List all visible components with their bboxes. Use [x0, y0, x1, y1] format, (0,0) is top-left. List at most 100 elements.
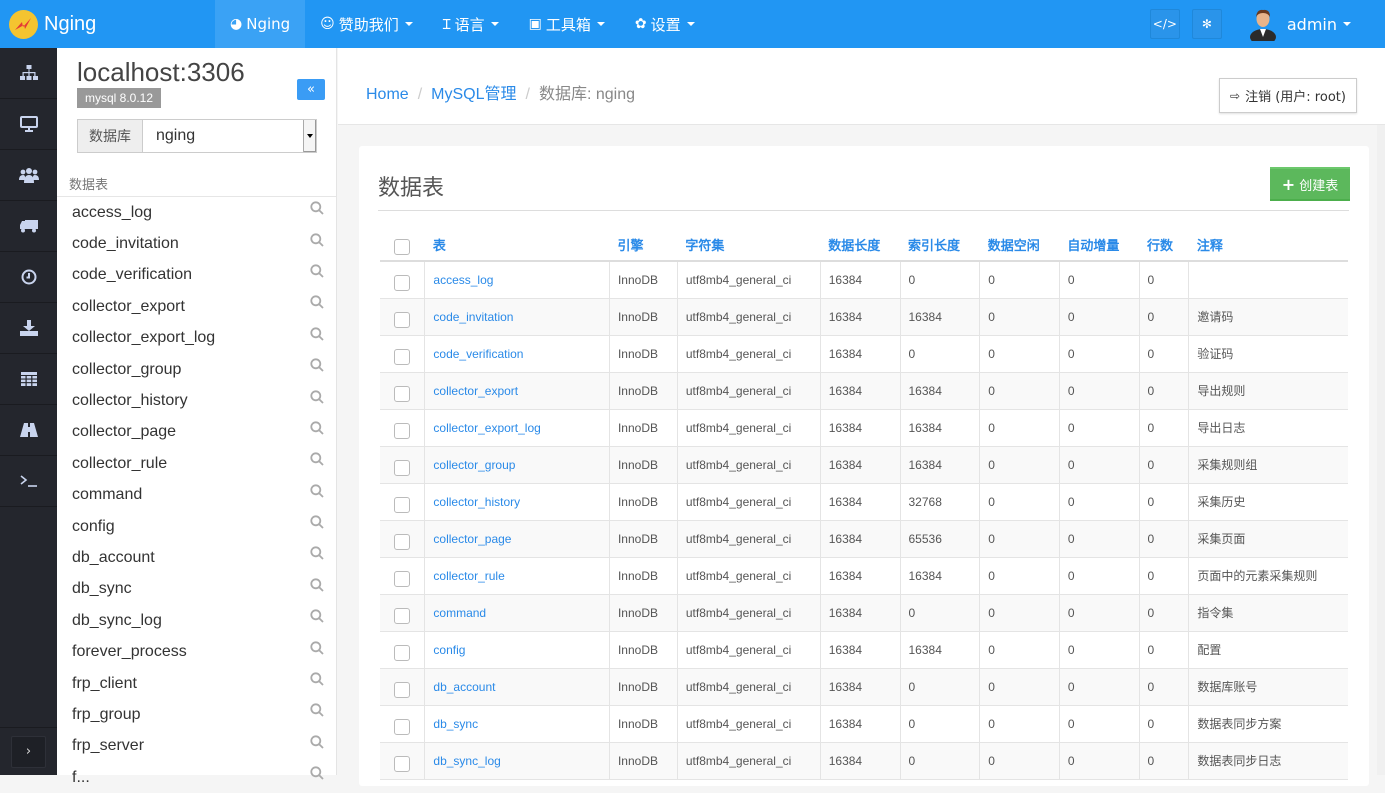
table-link[interactable]: collector_history	[433, 495, 520, 509]
search-icon[interactable]	[310, 578, 324, 595]
table-list-item[interactable]: frp_server	[57, 731, 336, 762]
scrollbar[interactable]	[1377, 125, 1385, 775]
brand[interactable]: Nging	[0, 0, 215, 48]
search-icon[interactable]	[310, 295, 324, 312]
table-list-item[interactable]: frp_client	[57, 668, 336, 699]
table-list-item[interactable]: db_sync	[57, 574, 336, 605]
select-all-checkbox[interactable]	[394, 239, 411, 255]
search-icon[interactable]	[310, 735, 324, 752]
rail-item-table[interactable]	[0, 354, 57, 405]
column-header[interactable]: 行数	[1139, 228, 1189, 262]
logout-button[interactable]: ⇨ 注销 (用户: root)	[1219, 78, 1357, 113]
expand-sidebar-button[interactable]: ›	[11, 735, 46, 768]
rail-item-road[interactable]	[0, 405, 57, 456]
row-checkbox[interactable]	[394, 274, 411, 291]
column-header[interactable]: 注释	[1188, 228, 1348, 262]
column-header[interactable]: 字符集	[677, 228, 821, 262]
row-checkbox[interactable]	[394, 607, 411, 624]
table-link[interactable]: db_account	[433, 680, 495, 694]
table-list-item[interactable]: db_account	[57, 542, 336, 573]
nav-item-2[interactable]: Ɪ 语言	[428, 0, 514, 48]
rail-item-terminal[interactable]	[0, 456, 57, 507]
search-icon[interactable]	[310, 327, 324, 344]
debug-button[interactable]: ✻	[1191, 9, 1222, 39]
table-link[interactable]: collector_page	[433, 532, 511, 546]
create-table-button[interactable]: + 创建表	[1270, 167, 1350, 201]
row-checkbox[interactable]	[394, 718, 411, 735]
search-icon[interactable]	[310, 358, 324, 375]
table-list-item[interactable]: config	[57, 511, 336, 542]
table-list-item[interactable]: collector_rule	[57, 448, 336, 479]
table-list-item[interactable]: command	[57, 480, 336, 511]
table-link[interactable]: collector_export_log	[433, 421, 540, 435]
nav-item-0[interactable]: ◕ Nging	[215, 0, 306, 48]
row-checkbox[interactable]	[394, 681, 411, 698]
search-icon[interactable]	[310, 546, 324, 563]
search-icon[interactable]	[310, 641, 324, 658]
search-icon[interactable]	[310, 515, 324, 532]
row-checkbox[interactable]	[394, 570, 411, 587]
table-list-item[interactable]: collector_group	[57, 354, 336, 385]
nav-item-3[interactable]: ▣ 工具箱	[514, 0, 620, 48]
search-icon[interactable]	[310, 421, 324, 438]
user-menu[interactable]: admin	[1249, 7, 1351, 45]
rail-item-desktop[interactable]	[0, 99, 57, 150]
table-list-item[interactable]: frp_group	[57, 699, 336, 730]
table-list-item[interactable]: code_invitation	[57, 228, 336, 259]
search-icon[interactable]	[310, 389, 324, 407]
table-list-item[interactable]: collector_history	[57, 385, 336, 416]
column-header[interactable]: 自动增量	[1059, 228, 1140, 262]
table-list-item[interactable]: access_log	[57, 197, 336, 228]
table-link[interactable]: collector_group	[433, 458, 515, 472]
table-link[interactable]: collector_rule	[433, 569, 504, 583]
row-checkbox[interactable]	[394, 459, 411, 476]
nav-item-1[interactable]: ☺ 赞助我们	[305, 0, 428, 48]
table-link[interactable]: config	[433, 643, 465, 657]
table-link[interactable]: command	[433, 606, 486, 620]
collapse-sidebar-button[interactable]: «	[297, 79, 325, 100]
table-list-item[interactable]: collector_export_log	[57, 323, 336, 354]
table-link[interactable]: access_log	[433, 273, 493, 287]
rail-item-download[interactable]	[0, 303, 57, 354]
column-header[interactable]: 引擎	[609, 228, 678, 262]
table-list-item[interactable]: code_verification	[57, 260, 336, 291]
row-checkbox[interactable]	[394, 533, 411, 550]
column-header[interactable]: 索引长度	[900, 228, 980, 262]
row-checkbox[interactable]	[394, 755, 411, 772]
column-header[interactable]: 表	[424, 228, 610, 262]
row-checkbox[interactable]	[394, 644, 411, 661]
table-list-item[interactable]: f...	[57, 762, 336, 793]
breadcrumb-mysql[interactable]: MySQL管理	[431, 86, 516, 103]
rail-item-sitemap[interactable]	[0, 48, 57, 99]
nav-item-4[interactable]: ✿ 设置	[620, 0, 710, 48]
row-checkbox[interactable]	[394, 422, 411, 439]
table-link[interactable]: code_invitation	[433, 310, 513, 324]
table-link[interactable]: code_verification	[433, 347, 523, 361]
table-link[interactable]: db_sync	[433, 717, 478, 731]
search-icon[interactable]	[310, 484, 324, 501]
table-list-item[interactable]: collector_page	[57, 417, 336, 448]
search-icon[interactable]	[310, 452, 324, 469]
search-icon[interactable]	[310, 201, 324, 218]
table-list-item[interactable]: forever_process	[57, 636, 336, 667]
table-list-item[interactable]: db_sync_log	[57, 605, 336, 636]
rail-item-truck[interactable]	[0, 201, 57, 252]
table-link[interactable]: db_sync_log	[433, 754, 500, 768]
table-list-item[interactable]: collector_export	[57, 291, 336, 322]
column-header[interactable]: 数据长度	[820, 228, 900, 262]
code-button[interactable]: </>	[1149, 9, 1180, 39]
breadcrumb-home[interactable]: Home	[366, 86, 409, 103]
row-checkbox[interactable]	[394, 385, 411, 402]
row-checkbox[interactable]	[394, 311, 411, 328]
search-icon[interactable]	[310, 232, 324, 250]
search-icon[interactable]	[310, 609, 324, 626]
rail-item-clock[interactable]	[0, 252, 57, 303]
row-checkbox[interactable]	[394, 496, 411, 513]
rail-item-users[interactable]	[0, 150, 57, 201]
database-select-value[interactable]: nging	[143, 120, 303, 152]
table-link[interactable]: collector_export	[433, 384, 518, 398]
row-checkbox[interactable]	[394, 348, 411, 365]
database-select[interactable]: 数据库 nging	[77, 119, 317, 153]
column-header[interactable]: 数据空闲	[979, 228, 1060, 262]
search-icon[interactable]	[310, 264, 324, 281]
